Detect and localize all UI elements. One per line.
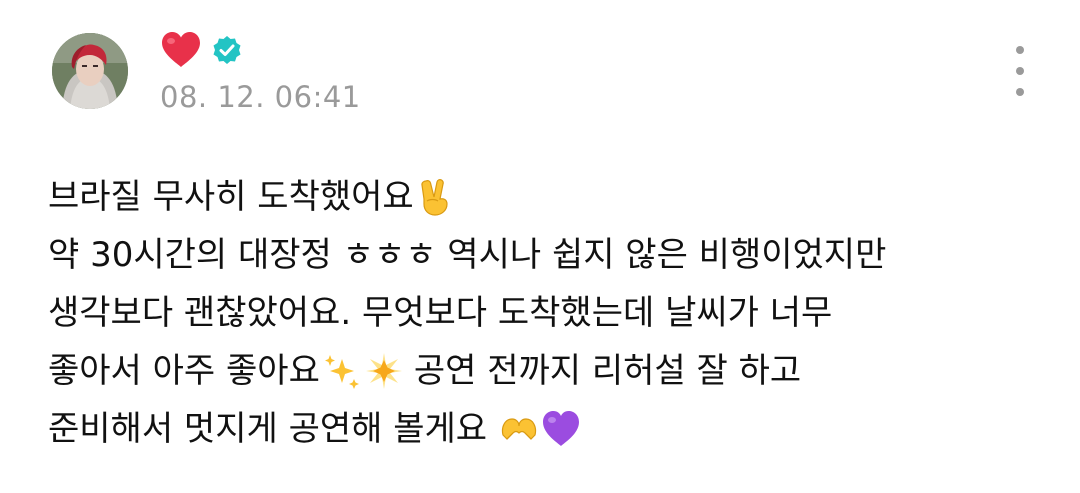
more-dot-icon: [1016, 67, 1024, 75]
victory-hand-icon: [421, 179, 448, 216]
post-line-1: 브라질 무사히 도착했어요: [48, 168, 1040, 226]
post-card: 08. 12. 06:41 브라질 무사히 도착했어요 약 30시간의 대장정 …: [0, 0, 1080, 493]
post-text: 브라질 무사히 도착했어요: [48, 177, 414, 217]
post-text: 공연 전까지 리허설 잘 하고: [413, 351, 802, 391]
post-text: 좋아서 아주 좋아요: [48, 351, 320, 391]
post-text: 준비해서 멋지게 공연해 볼게요: [48, 409, 488, 449]
post-text: 생각보다 괜찮았어요. 무엇보다 도착했는데 날씨가 너무: [48, 293, 833, 333]
post-line-5: 준비해서 멋지게 공연해 볼게요: [48, 400, 1040, 458]
more-dot-icon: [1016, 88, 1024, 96]
purple-heart-icon: [543, 411, 580, 446]
red-heart-icon: [162, 32, 200, 67]
more-options-button[interactable]: [1000, 46, 1040, 96]
post-line-2: 약 30시간의 대장정 ㅎㅎㅎ 역시나 쉽지 않은 비행이었지만: [48, 226, 1040, 284]
post-text: 약 30시간의 대장정 ㅎㅎㅎ 역시나 쉽지 않은 비행이었지만: [48, 235, 887, 275]
post-line-4: 좋아서 아주 좋아요 공연 전까지 리허설 잘 하고: [48, 342, 1040, 400]
glowing-star-icon: [365, 353, 402, 389]
heart-hands-icon: [501, 418, 537, 440]
author-row: [160, 30, 242, 70]
more-dot-icon: [1016, 46, 1024, 54]
post-timestamp: 08. 12. 06:41: [160, 80, 361, 114]
avatar[interactable]: [52, 33, 128, 109]
avatar-image: [52, 33, 128, 109]
sparkles-icon: [324, 355, 359, 389]
verified-badge-icon: [213, 36, 241, 64]
post-body: 브라질 무사히 도착했어요 약 30시간의 대장정 ㅎㅎㅎ 역시나 쉽지 않은 …: [48, 168, 1040, 458]
post-line-3: 생각보다 괜찮았어요. 무엇보다 도착했는데 날씨가 너무: [48, 284, 1040, 342]
